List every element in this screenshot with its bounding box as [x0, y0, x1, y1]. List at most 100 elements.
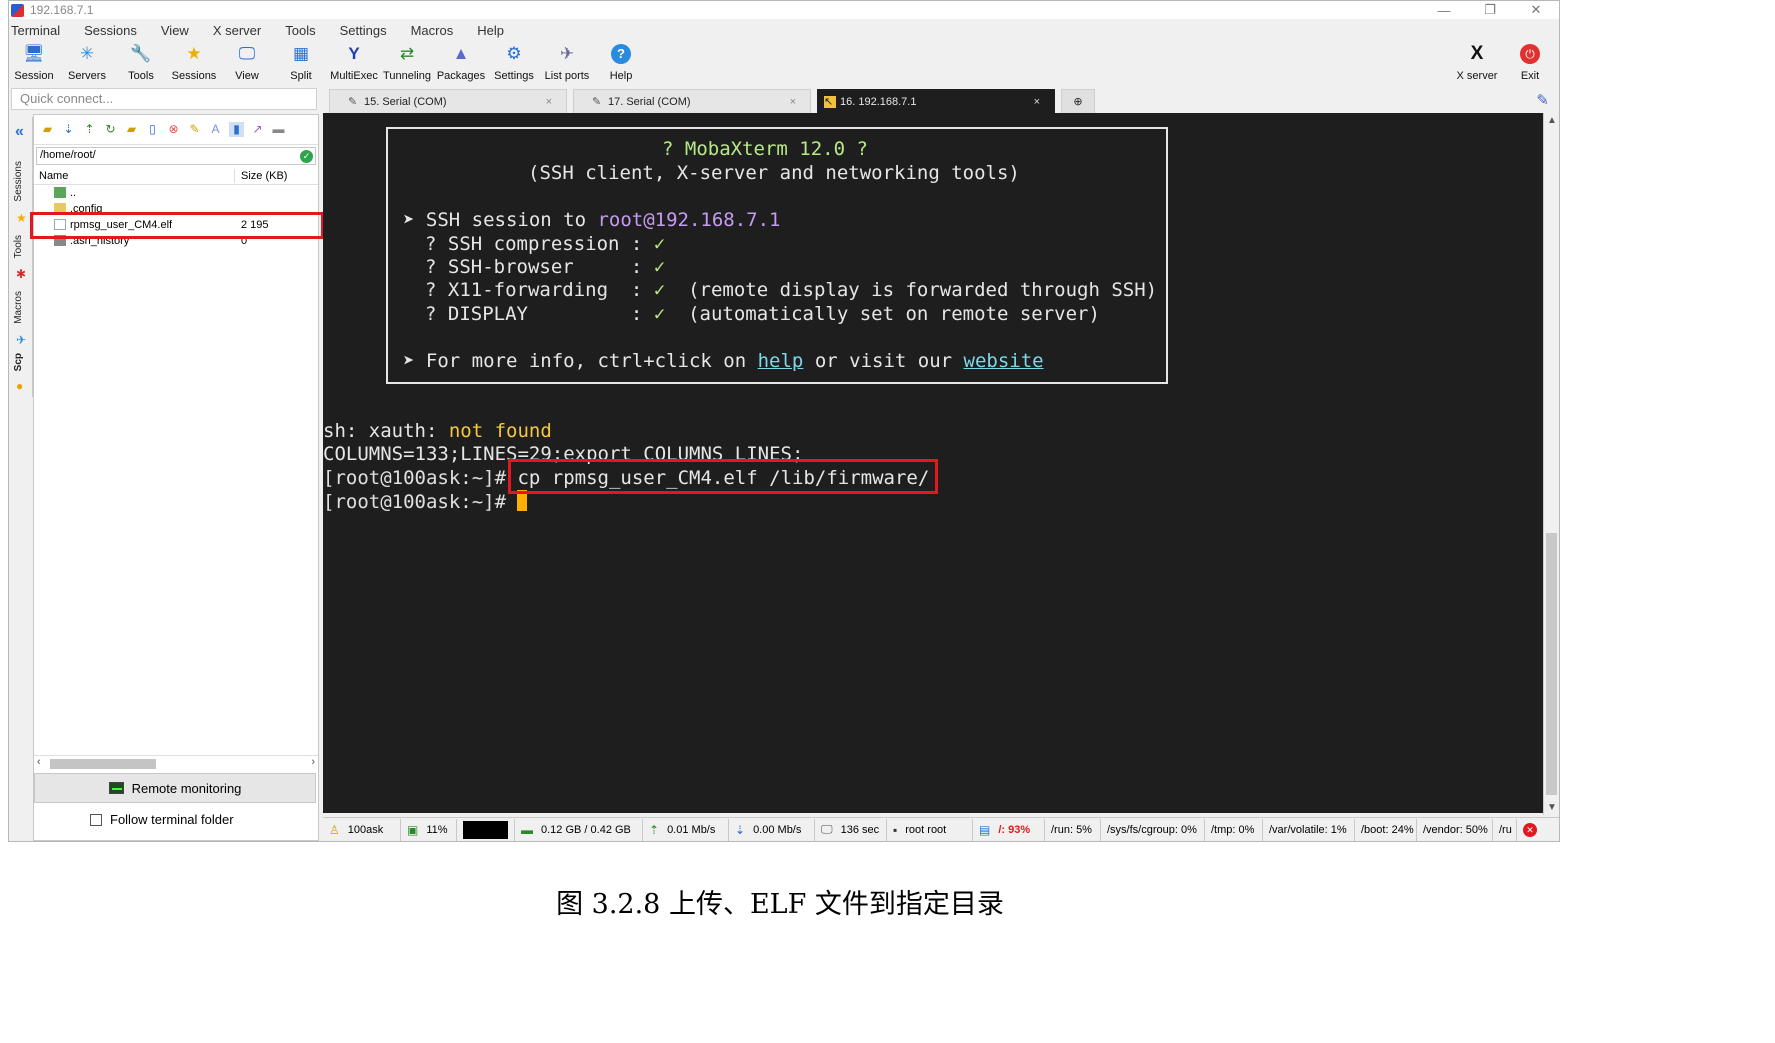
current-prompt-line: [root@100ask:~]# — [323, 490, 528, 514]
terminal-icon[interactable]: ▬ — [271, 122, 286, 137]
tools-button[interactable]: 🔧 Tools — [114, 42, 168, 86]
vtab-sessions[interactable]: Sessions — [13, 161, 31, 202]
vtab-tools[interactable]: Tools — [13, 235, 31, 258]
menu-settings[interactable]: Settings — [335, 23, 392, 38]
tab-close-icon[interactable]: × — [546, 96, 552, 108]
menu-tools[interactable]: Tools — [280, 23, 320, 38]
wand-icon[interactable]: ↗ — [250, 122, 265, 137]
open-folder-icon[interactable]: ▰ — [40, 122, 55, 137]
status-disk-ru: /ru — [1493, 818, 1517, 841]
settings-button[interactable]: ⚙ Settings — [487, 42, 541, 86]
gear-icon: ⚙ — [506, 44, 522, 63]
status-user: ♙ 100ask — [323, 818, 401, 841]
tab-label: 17. Serial (COM) — [608, 95, 691, 108]
website-link[interactable]: website — [964, 350, 1044, 372]
xserver-button[interactable]: XX server — [1450, 42, 1504, 86]
tab-close-icon[interactable]: × — [1034, 96, 1040, 108]
scroll-left-icon[interactable]: ‹ — [37, 756, 41, 768]
hidden-files-icon[interactable]: ▮ — [229, 122, 244, 137]
minimize-button[interactable]: — — [1421, 1, 1467, 19]
upload-icon[interactable]: ⇡ — [82, 122, 97, 137]
ssh-session-line: ➤ SSH session to root@192.168.7.1 — [403, 209, 781, 231]
multiexec-button[interactable]: Y MultiExec — [327, 42, 381, 86]
packages-button[interactable]: ▲ Packages — [434, 42, 488, 86]
servers-icon: ✳ — [79, 44, 95, 63]
checkbox[interactable] — [90, 813, 102, 826]
restore-button[interactable]: ❐ — [1467, 1, 1513, 19]
paperclip-icon[interactable]: ✎ — [1536, 91, 1549, 109]
file-browser-toolbar: ▰ ⇣ ⇡ ↻ ▰ ▯ ⊗ ✎ A ▮ ↗ ▬ — [34, 115, 318, 145]
status-disk-vendor: /vendor: 50% — [1417, 818, 1493, 841]
close-button[interactable]: ✕ — [1513, 1, 1559, 19]
list-ports-button[interactable]: ✈ List ports — [540, 42, 594, 86]
new-file-icon[interactable]: ▯ — [145, 122, 160, 137]
rename-icon[interactable]: ✎ — [187, 122, 202, 137]
tab-serial-17[interactable]: ✎ 17. Serial (COM) × — [573, 89, 811, 113]
download-icon[interactable]: ⇣ — [61, 122, 76, 137]
status-uptime: 🖵 136 sec — [815, 818, 887, 841]
star-icon: ★ — [186, 44, 202, 63]
delete-icon[interactable]: ⊗ — [166, 122, 181, 137]
menu-xserver[interactable]: X server — [208, 23, 266, 38]
column-name[interactable]: Name — [39, 170, 68, 182]
path-field[interactable]: /home/root/ ✓ — [36, 147, 316, 165]
remote-monitoring-button[interactable]: Remote monitoring — [34, 773, 316, 803]
menu-view[interactable]: View — [156, 23, 194, 38]
text-icon[interactable]: A — [208, 122, 223, 137]
monitor-icon: 🖵 — [238, 44, 256, 63]
collapse-sidebar-icon[interactable]: « — [15, 123, 24, 141]
plus-icon: ⊕ — [1073, 96, 1083, 108]
horizontal-scrollbar[interactable]: ‹ › — [34, 755, 318, 771]
tab-label: 16. 192.168.7.1 — [840, 95, 917, 108]
users-icon: ▪ — [893, 822, 898, 837]
tunneling-icon: ⇄ — [399, 44, 415, 63]
xserver-icon: X — [1470, 43, 1484, 64]
menu-macros[interactable]: Macros — [406, 23, 459, 38]
file-row-parent[interactable]: .. — [34, 185, 318, 201]
help-link[interactable]: help — [758, 350, 804, 372]
split-button[interactable]: ▦ Split — [274, 42, 328, 86]
tab-close-icon[interactable]: × — [790, 96, 796, 108]
status-upload: ⇡ 0.01 Mb/s — [643, 818, 729, 841]
terminal-view[interactable]: ? MobaXterm 12.0 ? (SSH client, X-server… — [323, 113, 1543, 813]
scroll-up-icon[interactable]: ▲ — [1547, 115, 1557, 126]
vtab-macros[interactable]: Macros — [13, 291, 31, 324]
exit-button[interactable]: ⏻ Exit — [1503, 42, 1557, 86]
menu-help[interactable]: Help — [472, 23, 509, 38]
new-folder-icon[interactable]: ▰ — [124, 122, 139, 137]
refresh-icon[interactable]: ↻ — [103, 122, 118, 137]
new-tab-button[interactable]: ⊕ — [1061, 89, 1095, 113]
tab-ssh-16[interactable]: ↖ 16. 192.168.7.1 × — [817, 89, 1055, 113]
shell-prompt: [root@100ask:~]# — [323, 467, 518, 489]
help-button[interactable]: ? Help — [594, 42, 648, 86]
power-icon: ⏻ — [1520, 44, 1540, 64]
status-disk-cgroup: /sys/fs/cgroup: 0% — [1101, 818, 1205, 841]
column-size[interactable]: Size (KB) — [241, 170, 287, 182]
view-button[interactable]: 🖵 View — [220, 42, 274, 86]
menu-terminal[interactable]: Terminal — [9, 23, 65, 38]
check-icon[interactable]: ✓ — [300, 150, 313, 163]
session-button[interactable]: 🖥 Session — [9, 42, 61, 86]
sessions-button[interactable]: ★ Sessions — [167, 42, 221, 86]
scp-icon: ● — [16, 379, 24, 393]
servers-button[interactable]: ✳ Servers — [60, 42, 114, 86]
status-users: ▪ root root — [887, 818, 973, 841]
macros-icon: ✈ — [16, 333, 27, 347]
scroll-down-icon[interactable]: ▼ — [1547, 802, 1557, 813]
terminal-vertical-scrollbar[interactable]: ▲ ▼ — [1543, 113, 1559, 815]
scroll-right-icon[interactable]: › — [311, 756, 315, 768]
tunneling-button[interactable]: ⇄ Tunneling — [380, 42, 434, 86]
title-bar: 192.168.7.1 — ❐ ✕ — [9, 1, 1559, 19]
status-disk-tmp: /tmp: 0% — [1205, 818, 1263, 841]
quick-connect-input[interactable]: Quick connect... — [11, 88, 317, 110]
menu-bar: Terminal Sessions View X server Tools Se… — [9, 20, 1559, 40]
vtab-scp[interactable]: Scp — [13, 353, 31, 371]
session-tabs: ✎ 15. Serial (COM) × ✎ 17. Serial (COM) … — [329, 89, 1559, 113]
status-close-button[interactable]: ✕ — [1517, 819, 1543, 841]
tab-serial-15[interactable]: ✎ 15. Serial (COM) × — [329, 89, 567, 113]
upload-icon: ⇡ — [649, 822, 660, 837]
menu-sessions[interactable]: Sessions — [79, 23, 142, 38]
user-icon: ♙ — [329, 822, 340, 837]
monitoring-icon — [108, 782, 124, 794]
follow-terminal-folder-checkbox[interactable]: Follow terminal folder — [90, 812, 234, 827]
